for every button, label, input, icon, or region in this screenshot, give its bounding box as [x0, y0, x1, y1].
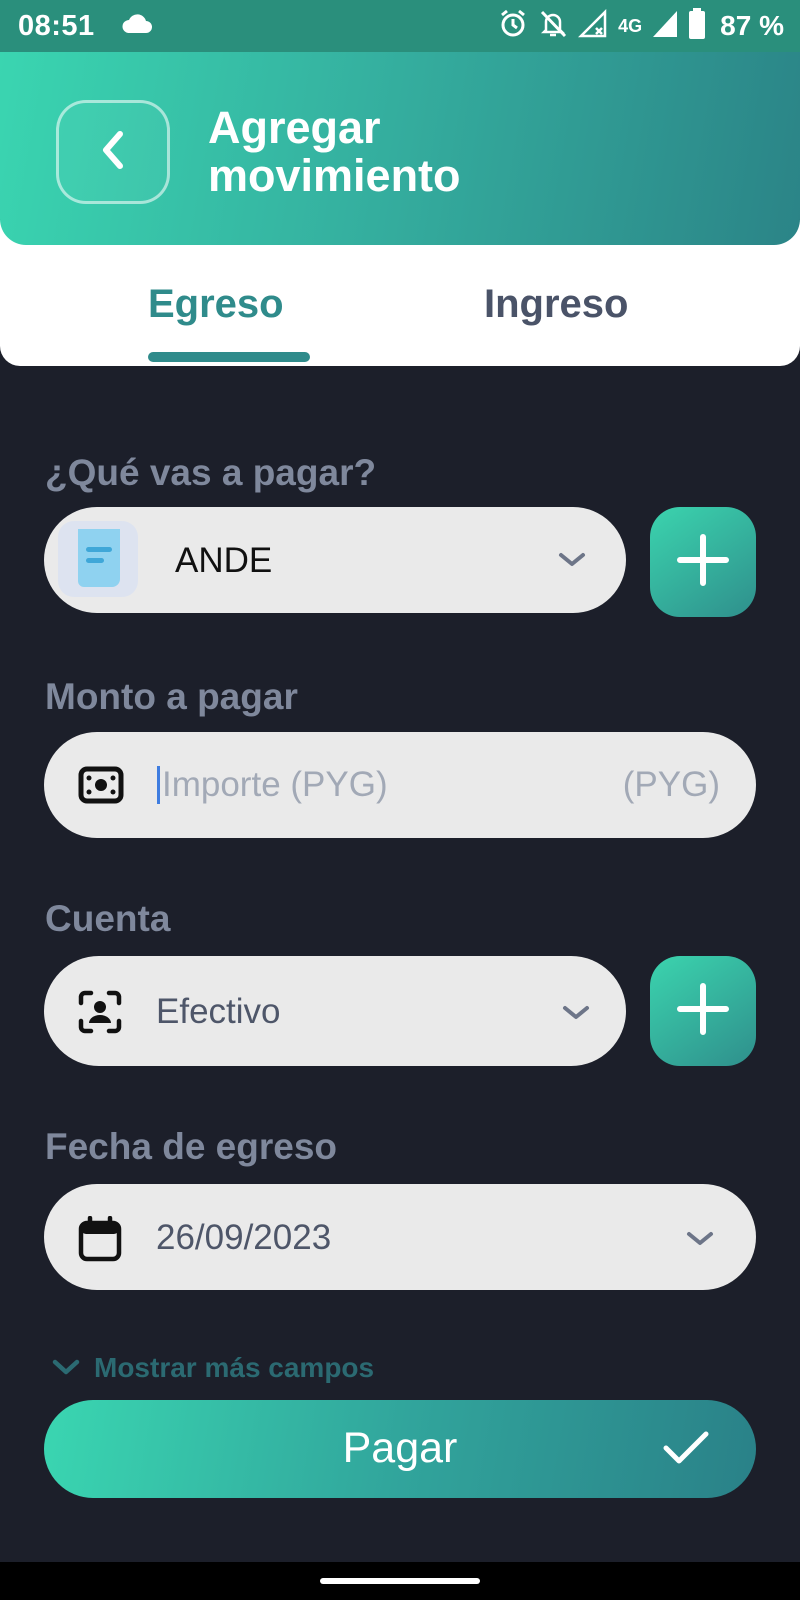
- signal-icon: [652, 10, 678, 43]
- banknote-icon: [78, 766, 124, 809]
- home-gesture-handle[interactable]: [320, 1578, 480, 1584]
- status-icons: 4G 87 %: [498, 7, 784, 45]
- system-navigation-bar: [0, 1562, 800, 1600]
- active-tab-indicator: [148, 352, 310, 362]
- date-value: 26/09/2023: [156, 1218, 332, 1257]
- show-more-fields-label: Mostrar más campos: [94, 1352, 375, 1383]
- amount-input[interactable]: Importe (PYG) (PYG): [44, 732, 756, 838]
- face-scan-icon: [78, 990, 122, 1039]
- calendar-icon: [78, 1215, 122, 1267]
- chevron-down-icon: [558, 552, 586, 573]
- status-time: 08:51: [18, 10, 95, 42]
- tab-egreso[interactable]: Egreso: [148, 282, 284, 327]
- pay-button[interactable]: Pagar: [44, 1400, 756, 1498]
- header: 08:51 4G 87 % Agregar movimiento: [0, 0, 800, 245]
- chevron-down-icon: [562, 1005, 590, 1026]
- account-label: Cuenta: [45, 898, 171, 939]
- chevron-left-icon: [98, 128, 128, 177]
- date-label: Fecha de egreso: [45, 1126, 338, 1167]
- amount-currency: (PYG): [622, 765, 720, 804]
- back-button[interactable]: [56, 100, 170, 204]
- alarm-icon: [498, 9, 528, 44]
- date-select[interactable]: 26/09/2023: [44, 1184, 756, 1290]
- receipt-icon: [54, 515, 142, 608]
- page-title-line2: movimiento: [208, 150, 461, 201]
- text-cursor: [157, 766, 160, 804]
- amount-placeholder: Importe (PYG): [162, 765, 388, 804]
- check-icon: [662, 1430, 710, 1471]
- page-title: Agregar movimiento: [208, 104, 628, 200]
- page-title-line1: Agregar: [208, 102, 381, 153]
- category-select[interactable]: ANDE: [44, 507, 626, 613]
- plus-icon: [676, 533, 730, 592]
- battery-percent: 87 %: [720, 10, 784, 41]
- network-type: 4G: [618, 15, 643, 36]
- category-value: ANDE: [175, 541, 273, 580]
- pay-button-label: Pagar: [342, 1424, 458, 1472]
- cloud-icon: [121, 14, 153, 39]
- chevron-down-icon: [686, 1231, 714, 1252]
- account-select[interactable]: Efectivo: [44, 956, 626, 1066]
- battery-icon: [688, 7, 706, 45]
- notifications-off-icon: [538, 9, 568, 44]
- plus-icon: [676, 982, 730, 1041]
- add-category-button[interactable]: [650, 507, 756, 617]
- amount-label: Monto a pagar: [45, 676, 298, 717]
- chevron-down-icon: [52, 1352, 80, 1384]
- account-value: Efectivo: [156, 992, 281, 1031]
- tab-ingreso[interactable]: Ingreso: [484, 282, 628, 327]
- signal-no-data-icon: [578, 8, 608, 44]
- add-account-button[interactable]: [650, 956, 756, 1066]
- category-label: ¿Qué vas a pagar?: [45, 452, 377, 493]
- status-bar: 08:51 4G 87 %: [0, 0, 800, 52]
- show-more-fields[interactable]: Mostrar más campos: [52, 1352, 374, 1384]
